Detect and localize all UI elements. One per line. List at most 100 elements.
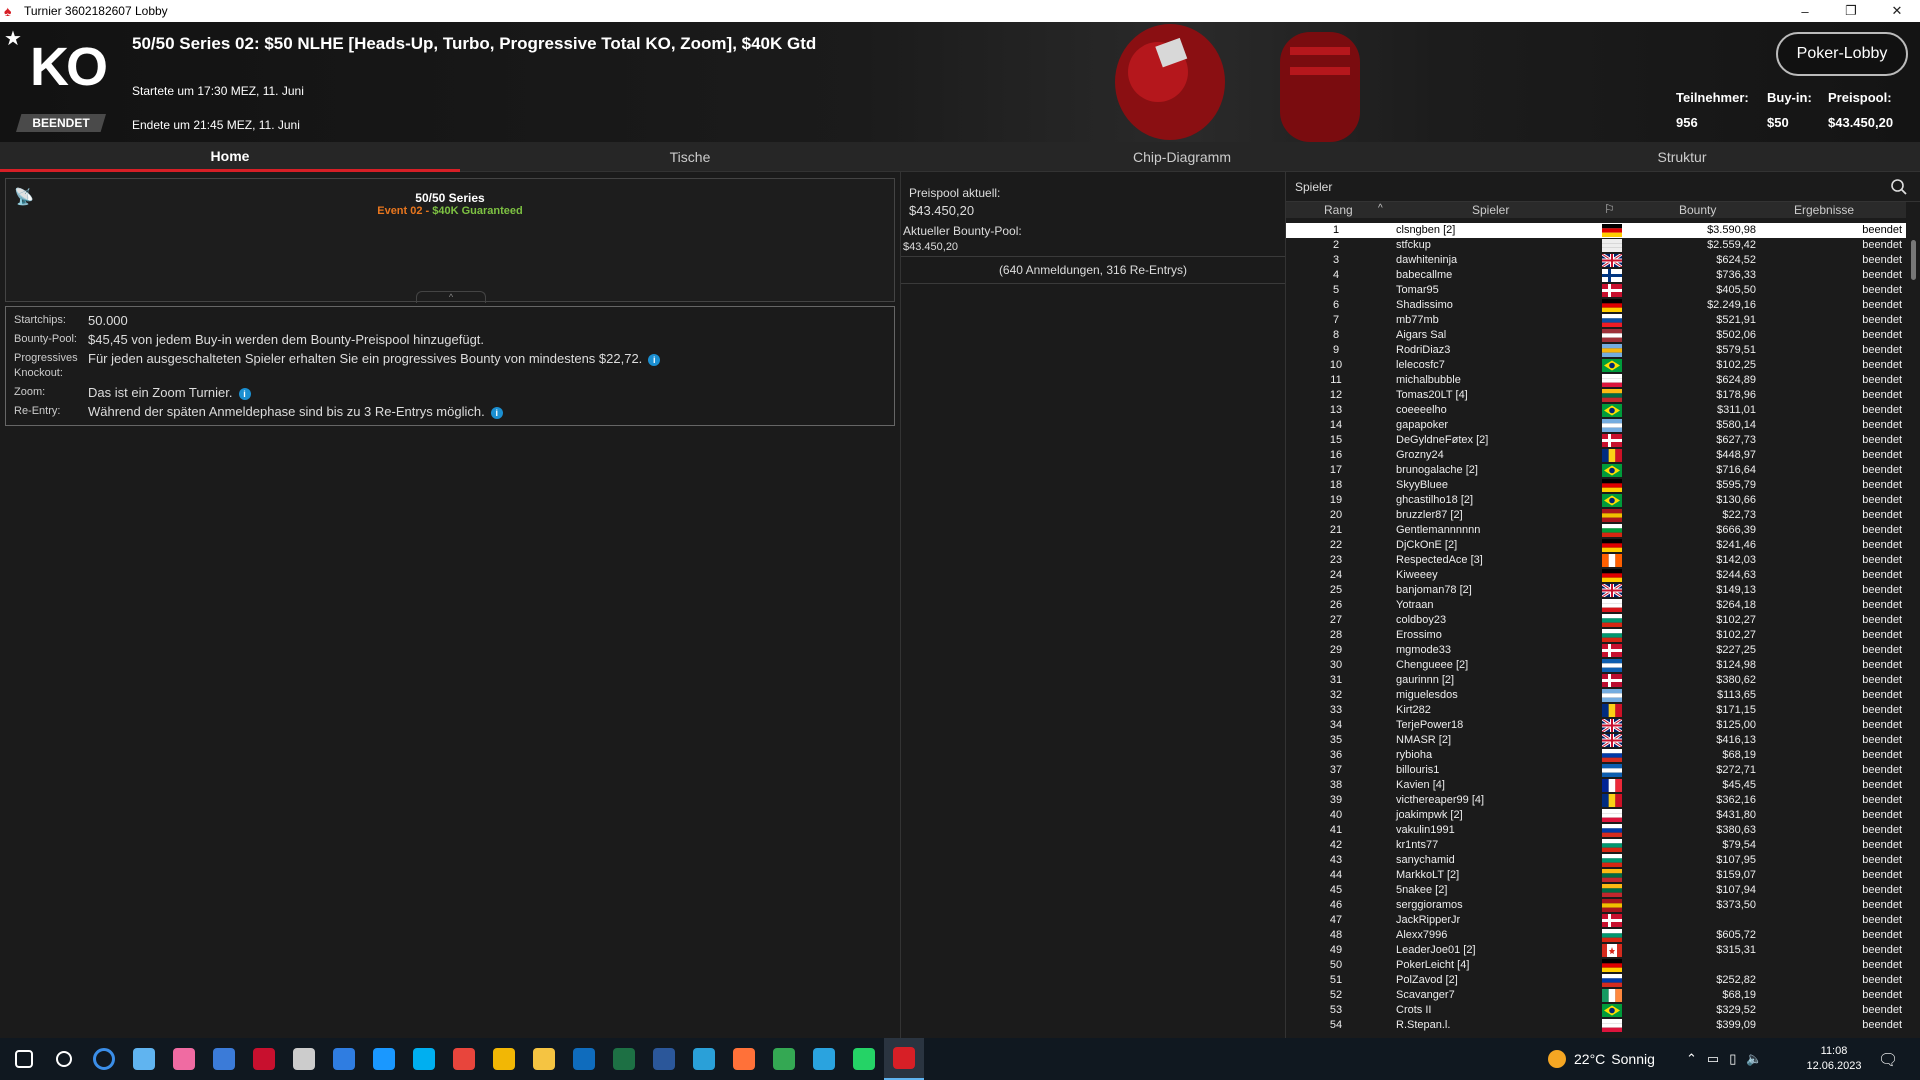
pokerstars-icon[interactable]	[884, 1038, 924, 1080]
tab-struktur[interactable]: Struktur	[1444, 142, 1920, 172]
chrome-icon[interactable]	[444, 1038, 484, 1080]
players-scrollbar[interactable]	[1910, 220, 1918, 1036]
clock[interactable]: 11:08 12.06.2023	[1806, 1044, 1862, 1074]
sort-up-icon[interactable]: ^	[1378, 203, 1383, 214]
table-row[interactable]: 42 kr1nts77 $79,54 beendet	[1286, 838, 1906, 853]
table-row[interactable]: 51 PolZavod [2] $252,82 beendet	[1286, 973, 1906, 988]
chrome-alt-icon[interactable]	[484, 1038, 524, 1080]
table-row[interactable]: 9 RodriDiaz3 $579,51 beendet	[1286, 343, 1906, 358]
favorite-star-icon[interactable]: ★	[4, 26, 22, 51]
gg-icon[interactable]	[284, 1038, 324, 1080]
table-row[interactable]: 13 coeeeelho $311,01 beendet	[1286, 403, 1906, 418]
chevron-up-icon[interactable]: ⌃	[1686, 1051, 1697, 1067]
table-row[interactable]: 53 Crots II $329,52 beendet	[1286, 1003, 1906, 1018]
vpn-icon[interactable]	[204, 1038, 244, 1080]
table-row[interactable]: 34 TerjePower18 $125,00 beendet	[1286, 718, 1906, 733]
table-row[interactable]: 30 Chengueee [2] $124,98 beendet	[1286, 658, 1906, 673]
close-button[interactable]: ✕	[1874, 0, 1920, 22]
search-icon[interactable]	[1890, 178, 1908, 196]
telegram-icon[interactable]	[804, 1038, 844, 1080]
table-row[interactable]: 47 JackRipperJr beendet	[1286, 913, 1906, 928]
table-row[interactable]: 27 coldboy23 $102,27 beendet	[1286, 613, 1906, 628]
info-icon[interactable]: i	[490, 407, 503, 419]
table-row[interactable]: 28 Erossimo $102,27 beendet	[1286, 628, 1906, 643]
restore-button[interactable]: ❐	[1828, 0, 1874, 22]
table-row[interactable]: 15 DeGyldneFøtex [2] $627,73 beendet	[1286, 433, 1906, 448]
player-search[interactable]: Spieler	[1286, 172, 1920, 202]
table-row[interactable]: 38 Kavien [4] $45,45 beendet	[1286, 778, 1906, 793]
tab-chip-diagramm[interactable]: Chip-Diagramm	[920, 142, 1444, 172]
table-row[interactable]: 54 R.Stepan.l. $399,09 beendet	[1286, 1018, 1906, 1033]
notification-icon[interactable]: 🗨	[1878, 1050, 1898, 1070]
table-row[interactable]: 21 Gentlemannnnnn $666,39 beendet	[1286, 523, 1906, 538]
itunes-icon[interactable]	[164, 1038, 204, 1080]
table-row[interactable]: 26 Yotraan $264,18 beendet	[1286, 598, 1906, 613]
table-row[interactable]: 46 serggioramos $373,50 beendet	[1286, 898, 1906, 913]
table-row[interactable]: 1 clsngben [2] $3.590,98 beendet	[1286, 223, 1906, 238]
tab-home[interactable]: Home	[0, 142, 460, 172]
scrollbar-thumb[interactable]	[1911, 240, 1916, 280]
table-row[interactable]: 16 Grozny24 $448,97 beendet	[1286, 448, 1906, 463]
table-row[interactable]: 35 NMASR [2] $416,13 beendet	[1286, 733, 1906, 748]
table-row[interactable]: 39 victhereaper99 [4] $362,16 beendet	[1286, 793, 1906, 808]
table-row[interactable]: 2 stfckup $2.559,42 beendet	[1286, 238, 1906, 253]
table-row[interactable]: 49 LeaderJoe01 [2] $315,31 beendet	[1286, 943, 1906, 958]
table-row[interactable]: 18 SkyyBluee $595,79 beendet	[1286, 478, 1906, 493]
table-row[interactable]: 7 mb77mb $521,91 beendet	[1286, 313, 1906, 328]
table-row[interactable]: 11 michalbubble $624,89 beendet	[1286, 373, 1906, 388]
excel-icon[interactable]	[604, 1038, 644, 1080]
skype-icon[interactable]	[404, 1038, 444, 1080]
table-row[interactable]: 36 rybioha $68,19 beendet	[1286, 748, 1906, 763]
table-row[interactable]: 31 gaurinnn [2] $380,62 beendet	[1286, 673, 1906, 688]
word-icon[interactable]	[644, 1038, 684, 1080]
table-row[interactable]: 12 Tomas20LT [4] $178,96 beendet	[1286, 388, 1906, 403]
start-icon[interactable]	[4, 1038, 44, 1080]
sky-icon[interactable]	[324, 1038, 364, 1080]
table-row[interactable]: 8 Aigars Sal $502,06 beendet	[1286, 328, 1906, 343]
table-row[interactable]: 44 MarkkoLT [2] $159,07 beendet	[1286, 868, 1906, 883]
table-row[interactable]: 37 billouris1 $272,71 beendet	[1286, 763, 1906, 778]
network-icon[interactable]: ▭	[1707, 1051, 1719, 1067]
table-row[interactable]: 6 Shadissimo $2.249,16 beendet	[1286, 298, 1906, 313]
cortana-icon[interactable]	[84, 1038, 124, 1080]
minimize-button[interactable]: –	[1782, 0, 1828, 22]
weather-widget[interactable]: 22°C Sonnig	[1548, 1038, 1655, 1080]
table-row[interactable]: 40 joakimpwk [2] $431,80 beendet	[1286, 808, 1906, 823]
table-row[interactable]: 25 banjoman78 [2] $149,13 beendet	[1286, 583, 1906, 598]
table-row[interactable]: 43 sanychamid $107,95 beendet	[1286, 853, 1906, 868]
poker-lobby-button[interactable]: Poker-Lobby	[1776, 32, 1908, 76]
outlook-icon[interactable]	[564, 1038, 604, 1080]
table-row[interactable]: 52 Scavanger7 $68,19 beendet	[1286, 988, 1906, 1003]
whatsapp-icon[interactable]	[844, 1038, 884, 1080]
chrome-profile-icon[interactable]	[764, 1038, 804, 1080]
onedrive-icon[interactable]	[124, 1038, 164, 1080]
prime-video-icon[interactable]	[364, 1038, 404, 1080]
table-row[interactable]: 4 babecallme $736,33 beendet	[1286, 268, 1906, 283]
collapse-toggle[interactable]: ^	[416, 291, 486, 303]
table-row[interactable]: 22 DjCkOnE [2] $241,46 beendet	[1286, 538, 1906, 553]
table-row[interactable]: 19 ghcastilho18 [2] $130,66 beendet	[1286, 493, 1906, 508]
file-explorer-icon[interactable]	[524, 1038, 564, 1080]
volume-icon[interactable]: 🔈	[1746, 1051, 1762, 1067]
table-row[interactable]: 24 Kiweeey $244,63 beendet	[1286, 568, 1906, 583]
table-row[interactable]: 20 bruzzler87 [2] $22,73 beendet	[1286, 508, 1906, 523]
table-row[interactable]: 17 brunogalache [2] $716,64 beendet	[1286, 463, 1906, 478]
col-bounty[interactable]: Bounty	[1679, 203, 1716, 217]
table-row[interactable]: 32 miguelesdos $113,65 beendet	[1286, 688, 1906, 703]
table-row[interactable]: 29 mgmode33 $227,25 beendet	[1286, 643, 1906, 658]
edge-icon[interactable]	[684, 1038, 724, 1080]
info-icon[interactable]: i	[238, 388, 251, 400]
table-row[interactable]: 33 Kirt282 $171,15 beendet	[1286, 703, 1906, 718]
table-row[interactable]: 3 dawhiteninja $624,52 beendet	[1286, 253, 1906, 268]
col-player[interactable]: Spieler	[1472, 203, 1509, 217]
table-row[interactable]: 45 5nakee [2] $107,94 beendet	[1286, 883, 1906, 898]
flag-column-icon[interactable]: ⚐	[1604, 202, 1615, 216]
table-row[interactable]: 5 Tomar95 $405,50 beendet	[1286, 283, 1906, 298]
table-row[interactable]: 10 lelecosfc7 $102,25 beendet	[1286, 358, 1906, 373]
battery-icon[interactable]: ▯	[1729, 1051, 1736, 1067]
table-row[interactable]: 50 PokerLeicht [4] beendet	[1286, 958, 1906, 973]
tab-tische[interactable]: Tische	[460, 142, 920, 172]
col-result[interactable]: Ergebnisse	[1794, 203, 1854, 217]
table-row[interactable]: 14 gapapoker $580,14 beendet	[1286, 418, 1906, 433]
info-icon[interactable]: i	[648, 354, 661, 366]
